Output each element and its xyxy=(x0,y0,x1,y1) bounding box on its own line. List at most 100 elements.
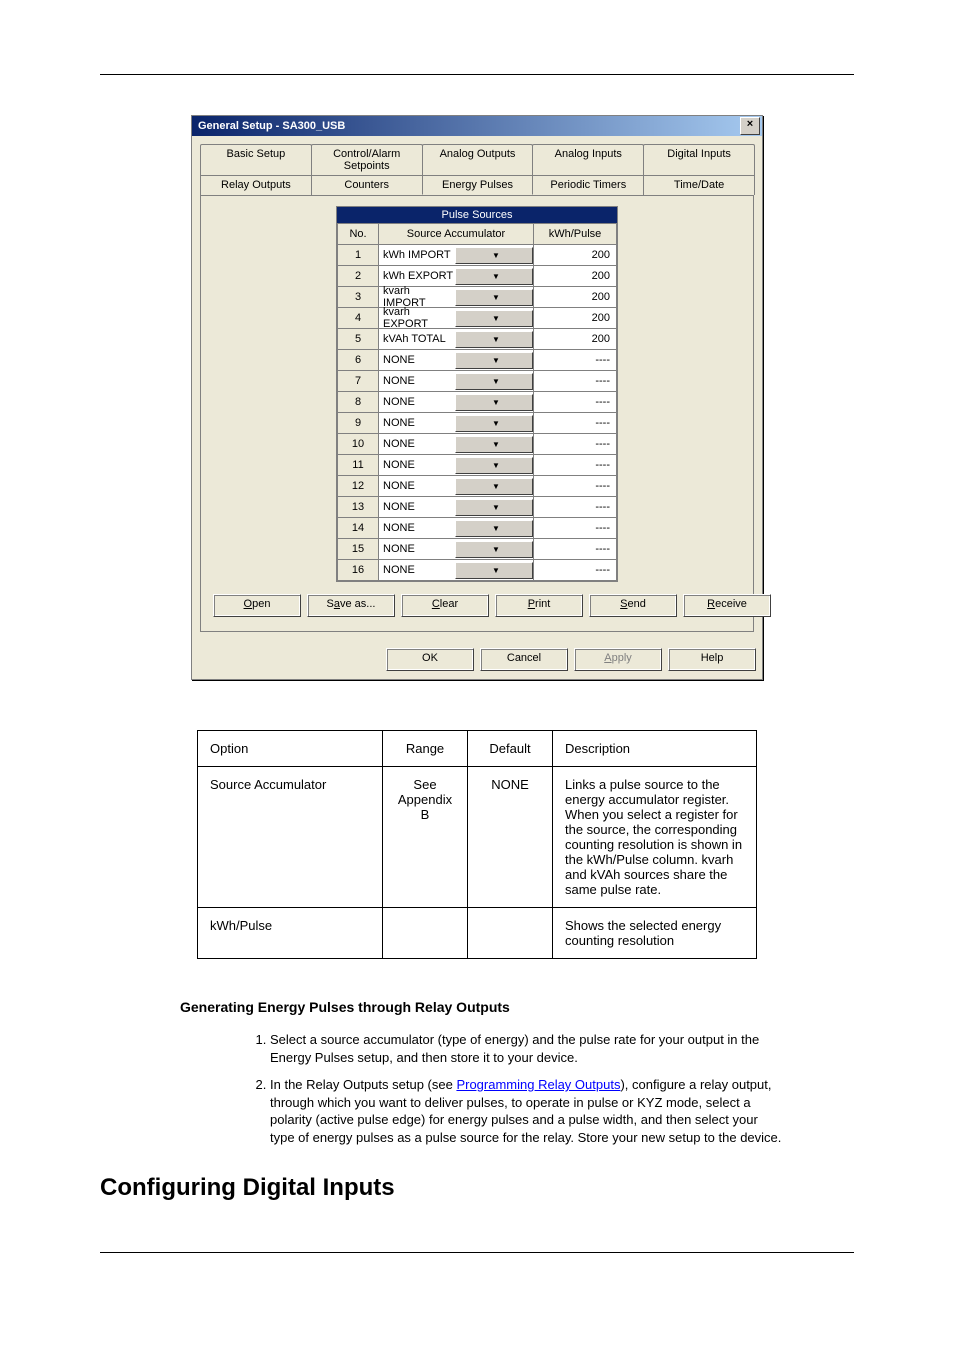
source-accumulator-dropdown[interactable]: NONE▼ xyxy=(379,415,533,431)
chevron-down-icon: ▼ xyxy=(455,499,533,516)
tab-energy-pulses[interactable]: Energy Pulses xyxy=(422,175,534,195)
chevron-down-icon: ▼ xyxy=(455,520,533,537)
programming-relay-outputs-link[interactable]: Programming Relay Outputs xyxy=(456,1077,620,1092)
source-accumulator-dropdown[interactable]: NONE▼ xyxy=(379,436,533,452)
kwh-pulse-cell: ---- xyxy=(534,434,617,455)
hotkey: P xyxy=(528,598,535,610)
source-accumulator-cell: NONE▼ xyxy=(379,560,534,581)
hotkey: O xyxy=(244,598,253,610)
source-accumulator-dropdown[interactable]: NONE▼ xyxy=(379,373,533,389)
cancel-button[interactable]: Cancel xyxy=(480,648,568,671)
opt-head-desc: Description xyxy=(553,731,757,767)
source-accumulator-dropdown[interactable]: NONE▼ xyxy=(379,352,533,368)
tab-analog-inputs[interactable]: Analog Inputs xyxy=(532,144,644,175)
save-as-button[interactable]: Save as... xyxy=(307,594,395,617)
chevron-down-icon: ▼ xyxy=(455,562,533,579)
kwh-pulse-cell: ---- xyxy=(534,392,617,413)
chevron-down-icon: ▼ xyxy=(455,331,533,348)
source-accumulator-dropdown[interactable]: NONE▼ xyxy=(379,499,533,515)
bottom-rule xyxy=(100,1252,854,1253)
hotkey: C xyxy=(432,598,440,610)
chevron-down-icon: ▼ xyxy=(455,478,533,495)
tab-analog-outputs[interactable]: Analog Outputs xyxy=(422,144,534,175)
row-no: 10 xyxy=(338,434,379,455)
close-icon[interactable]: × xyxy=(740,117,760,135)
row-no: 5 xyxy=(338,329,379,350)
source-accumulator-dropdown[interactable]: kVAh TOTAL▼ xyxy=(379,331,533,347)
source-accumulator-dropdown[interactable]: NONE▼ xyxy=(379,562,533,578)
list-item: Select a source accumulator (type of ene… xyxy=(270,1031,784,1066)
help-button[interactable]: Help xyxy=(668,648,756,671)
kwh-pulse-cell: 200 xyxy=(534,308,617,329)
dropdown-value: kWh IMPORT xyxy=(379,249,455,261)
kwh-pulse-cell: ---- xyxy=(534,518,617,539)
send-button[interactable]: Send xyxy=(589,594,677,617)
table-row: 5kVAh TOTAL▼200 xyxy=(338,329,617,350)
source-accumulator-cell: NONE▼ xyxy=(379,455,534,476)
open-button[interactable]: Open xyxy=(213,594,301,617)
source-accumulator-cell: NONE▼ xyxy=(379,518,534,539)
opt-cell: kWh/Pulse xyxy=(198,908,383,959)
ok-button[interactable]: OK xyxy=(386,648,474,671)
kwh-pulse-cell: ---- xyxy=(534,497,617,518)
kwh-pulse-cell: ---- xyxy=(534,560,617,581)
apply-button[interactable]: Apply xyxy=(574,648,662,671)
source-accumulator-dropdown[interactable]: kWh EXPORT▼ xyxy=(379,268,533,284)
receive-button[interactable]: Receive xyxy=(683,594,771,617)
tab-basic-setup[interactable]: Basic Setup xyxy=(200,144,312,175)
step-text: In the Relay Outputs setup (see xyxy=(270,1077,456,1092)
pulse-sources-frame: Pulse Sources No. Source Accumulator kWh… xyxy=(336,206,618,582)
kwh-pulse-cell: ---- xyxy=(534,476,617,497)
opt-cell xyxy=(383,908,468,959)
source-accumulator-dropdown[interactable]: NONE▼ xyxy=(379,457,533,473)
subheading: Generating Energy Pulses through Relay O… xyxy=(180,999,854,1015)
dialog-button-row: OK Cancel Apply Help xyxy=(192,640,762,679)
source-accumulator-dropdown[interactable]: kWh IMPORT▼ xyxy=(379,247,533,263)
list-item: In the Relay Outputs setup (see Programm… xyxy=(270,1076,784,1146)
tab-periodic-timers[interactable]: Periodic Timers xyxy=(532,175,644,195)
source-accumulator-cell: NONE▼ xyxy=(379,413,534,434)
source-accumulator-dropdown[interactable]: kvarh IMPORT▼ xyxy=(379,289,533,305)
tab-time-date[interactable]: Time/Date xyxy=(643,175,755,195)
dropdown-value: NONE xyxy=(379,564,455,576)
row-no: 6 xyxy=(338,350,379,371)
table-row: 15NONE▼---- xyxy=(338,539,617,560)
tab-counters[interactable]: Counters xyxy=(311,175,423,195)
table-row: 10NONE▼---- xyxy=(338,434,617,455)
tab-content: Pulse Sources No. Source Accumulator kWh… xyxy=(200,195,754,632)
row-no: 12 xyxy=(338,476,379,497)
row-no: 9 xyxy=(338,413,379,434)
row-no: 11 xyxy=(338,455,379,476)
row-no: 2 xyxy=(338,266,379,287)
dropdown-value: NONE xyxy=(379,375,455,387)
tab-digital-inputs[interactable]: Digital Inputs xyxy=(643,144,755,175)
table-row: Source Accumulator See Appendix B NONE L… xyxy=(198,767,757,908)
source-accumulator-dropdown[interactable]: NONE▼ xyxy=(379,520,533,536)
tab-relay-outputs[interactable]: Relay Outputs xyxy=(200,175,312,195)
opt-head-range: Range xyxy=(383,731,468,767)
chevron-down-icon: ▼ xyxy=(455,373,533,390)
tab-control-alarm-setpoints[interactable]: Control/Alarm Setpoints xyxy=(311,144,423,175)
print-button[interactable]: Print xyxy=(495,594,583,617)
source-accumulator-dropdown[interactable]: NONE▼ xyxy=(379,478,533,494)
chevron-down-icon: ▼ xyxy=(455,415,533,432)
dropdown-value: NONE xyxy=(379,396,455,408)
chevron-down-icon: ▼ xyxy=(455,352,533,369)
kwh-pulse-cell: ---- xyxy=(534,413,617,434)
pulse-sources-table: No. Source Accumulator kWh/Pulse 1kWh IM… xyxy=(337,223,617,581)
source-accumulator-dropdown[interactable]: NONE▼ xyxy=(379,394,533,410)
chevron-down-icon: ▼ xyxy=(455,268,533,285)
dropdown-value: NONE xyxy=(379,438,455,450)
table-row: 14NONE▼---- xyxy=(338,518,617,539)
source-accumulator-dropdown[interactable]: kvarh EXPORT▼ xyxy=(379,310,533,326)
source-accumulator-cell: kvarh IMPORT▼ xyxy=(379,287,534,308)
table-row: 12NONE▼---- xyxy=(338,476,617,497)
hotkey: R xyxy=(707,598,715,610)
source-accumulator-dropdown[interactable]: NONE▼ xyxy=(379,541,533,557)
table-row: 8NONE▼---- xyxy=(338,392,617,413)
top-rule xyxy=(100,74,854,75)
clear-button[interactable]: Clear xyxy=(401,594,489,617)
kwh-pulse-cell: ---- xyxy=(534,350,617,371)
opt-head-option: Option xyxy=(198,731,383,767)
source-accumulator-cell: kVAh TOTAL▼ xyxy=(379,329,534,350)
